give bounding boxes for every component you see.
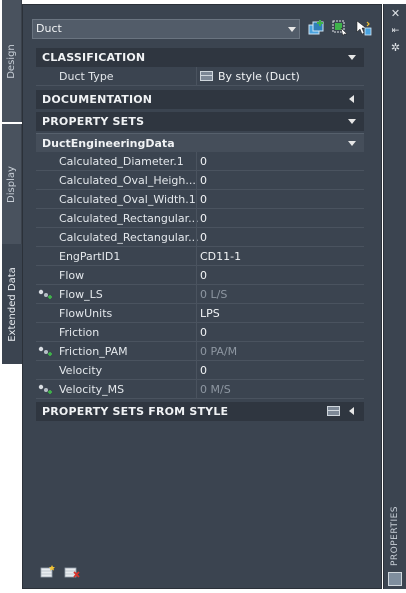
property-value[interactable]: By style (Duct) — [200, 70, 300, 83]
section-property-sets[interactable]: PROPERTY SETS — [36, 112, 364, 131]
automatic-property-icon — [38, 289, 52, 299]
object-type-value: Duct — [36, 22, 62, 35]
auto-hide-icon[interactable]: ⇤ — [388, 24, 403, 38]
property-row: FlowUnits LPS — [36, 304, 364, 323]
property-row: Flow 0 — [36, 266, 364, 285]
property-row: Calculated_Rectangular... 0 — [36, 228, 364, 247]
property-name: Calculated_Diameter.1 — [59, 155, 184, 168]
tab-display-label: Display — [6, 165, 17, 203]
property-name: Calculated_Oval_Width.1 — [59, 193, 196, 206]
property-value[interactable]: 0 — [200, 193, 207, 206]
property-row: Velocity_MS 0 M/S — [36, 380, 364, 399]
property-value: 0 PA/M — [200, 345, 238, 358]
palette-menu-icon[interactable] — [388, 572, 402, 586]
close-icon[interactable]: ✕ — [388, 7, 403, 21]
section-documentation-title: DOCUMENTATION — [42, 93, 153, 106]
property-row: Calculated_Oval_Width.1 0 — [36, 190, 364, 209]
property-value[interactable]: 0 — [200, 212, 207, 225]
remove-property-set-icon[interactable] — [64, 565, 80, 579]
duct-type-value: By style (Duct) — [218, 70, 300, 83]
add-object-icon[interactable] — [307, 19, 325, 37]
collapse-arrow-icon[interactable] — [348, 55, 356, 60]
properties-palette: Design Display Extended Data Duct CLASSI… — [0, 0, 406, 593]
property-name: Calculated_Rectangular... — [59, 231, 199, 244]
palette-title-label: PROPERTIES — [390, 505, 401, 567]
collapse-arrow-icon[interactable] — [348, 119, 356, 124]
property-value[interactable]: 0 — [200, 269, 207, 282]
property-set-header[interactable]: DuctEngineeringData — [36, 133, 364, 152]
add-property-set-icon[interactable] — [40, 565, 56, 579]
property-name: Flow_LS — [59, 288, 103, 301]
property-name: EngPartID1 — [59, 250, 121, 263]
automatic-property-icon — [38, 346, 52, 356]
property-name: Velocity_MS — [59, 383, 125, 396]
palette-tabs: Design Display Extended Data — [0, 0, 22, 593]
property-value: 0 L/S — [200, 288, 228, 301]
properties-panel: Duct CLASSIFICATION Duct Type By style (… — [22, 4, 382, 589]
property-value[interactable]: 0 — [200, 174, 207, 187]
property-name: Calculated_Oval_Heigh... — [59, 174, 196, 187]
expand-arrow-icon[interactable] — [349, 95, 354, 103]
property-name: Velocity — [59, 364, 103, 377]
property-row: Calculated_Oval_Heigh... 0 — [36, 171, 364, 190]
property-name: Friction_PAM — [59, 345, 128, 358]
automatic-property-icon — [38, 384, 52, 394]
palette-title[interactable]: PROPERTIES — [386, 504, 405, 568]
section-classification[interactable]: CLASSIFICATION — [36, 48, 364, 67]
property-set-name: DuctEngineeringData — [42, 137, 175, 150]
collapse-arrow-icon[interactable] — [348, 141, 356, 146]
property-row: Calculated_Diameter.1 0 — [36, 152, 364, 171]
expand-arrow-icon[interactable] — [349, 407, 354, 415]
section-documentation[interactable]: DOCUMENTATION — [36, 90, 364, 109]
property-row: Velocity 0 — [36, 361, 364, 380]
property-name: Calculated_Rectangular... — [59, 212, 199, 225]
toggle-pickadd-icon[interactable] — [354, 19, 372, 37]
property-row: EngPartID1 CD11-1 — [36, 247, 364, 266]
property-name: Friction — [59, 326, 100, 339]
property-value[interactable]: 0 — [200, 364, 207, 377]
chevron-down-icon — [288, 27, 296, 32]
property-row: Friction 0 — [36, 323, 364, 342]
tab-design[interactable]: Design — [2, 0, 22, 122]
table-icon — [200, 71, 213, 81]
tab-design-label: Design — [6, 43, 17, 79]
property-name: Flow — [59, 269, 85, 282]
edit-property-sets-icon[interactable] — [327, 406, 340, 416]
property-row-duct-type: Duct Type By style (Duct) — [36, 67, 364, 86]
section-property-sets-from-style-title: PROPERTY SETS FROM STYLE — [42, 405, 229, 418]
tab-extended-data[interactable]: Extended Data — [2, 244, 22, 364]
property-value[interactable]: 0 — [200, 155, 207, 168]
property-row: Flow_LS 0 L/S — [36, 285, 364, 304]
section-property-sets-title: PROPERTY SETS — [42, 115, 145, 128]
section-property-sets-from-style[interactable]: PROPERTY SETS FROM STYLE — [36, 402, 364, 421]
tab-display[interactable]: Display — [2, 124, 22, 244]
property-value[interactable]: 0 — [200, 231, 207, 244]
palette-titlebar: ✕ ⇤ ✲ PROPERTIES — [383, 4, 406, 589]
property-value[interactable]: CD11-1 — [200, 250, 241, 263]
quick-select-icon[interactable] — [331, 19, 349, 37]
tab-extended-data-label: Extended Data — [6, 266, 18, 342]
property-value: 0 M/S — [200, 383, 231, 396]
object-type-select[interactable]: Duct — [32, 19, 300, 39]
gear-icon[interactable]: ✲ — [388, 41, 403, 55]
property-row: Calculated_Rectangular... 0 — [36, 209, 364, 228]
property-value[interactable]: LPS — [200, 307, 220, 320]
property-value[interactable]: 0 — [200, 326, 207, 339]
section-classification-title: CLASSIFICATION — [42, 51, 146, 64]
property-row: Friction_PAM 0 PA/M — [36, 342, 364, 361]
property-name: FlowUnits — [59, 307, 113, 320]
property-name: Duct Type — [59, 70, 114, 83]
